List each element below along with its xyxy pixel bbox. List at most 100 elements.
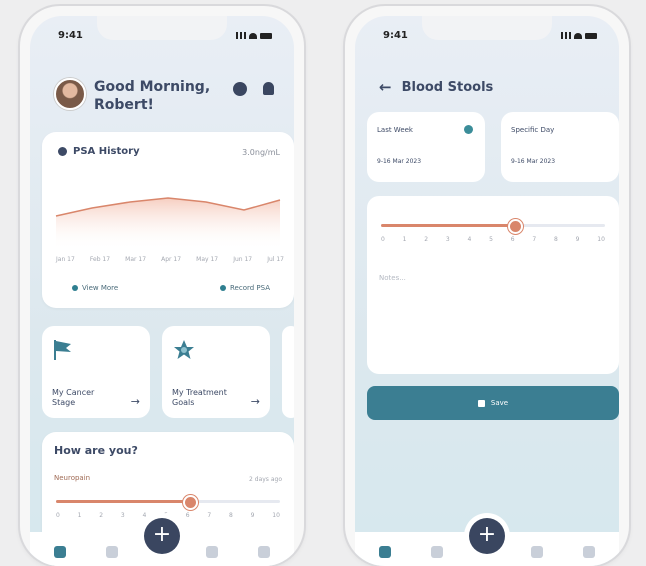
slider-fill [381, 224, 516, 227]
record-icon [220, 285, 226, 291]
slider-fill [56, 500, 191, 503]
psa-x-labels: Jan 17 Feb 17 Mar 17 Apr 17 May 17 Jun 1… [56, 256, 284, 263]
tile-treatment-goals[interactable]: My Treatment Goals → [162, 326, 270, 418]
phone-blood-stools: 9:41 ← Blood Stools Last Week 9-16 Mar 2… [345, 6, 629, 566]
phone-home: 9:41 Good Morning, Robert! PSA History 3… [20, 6, 304, 566]
slider-ticks: 0 1 2 3 4 5 6 7 8 9 10 [56, 512, 280, 519]
tick: 5 [489, 236, 493, 243]
back-arrow-icon[interactable]: ← [379, 78, 392, 96]
tick: 10 [597, 236, 605, 243]
tick: 8 [229, 512, 233, 519]
tick: 8 [554, 236, 558, 243]
home-tab-icon[interactable] [379, 546, 391, 558]
record-psa-link[interactable]: Record PSA [220, 284, 270, 292]
psa-unit: 3.0ng/mL [242, 148, 280, 157]
symptom-label: Neuropain [54, 474, 91, 482]
arrow-right-icon: → [250, 395, 260, 408]
psa-icon [58, 147, 67, 156]
specific-day-option[interactable]: Specific Day 9-16 Mar 2023 [501, 112, 619, 182]
last-week-option[interactable]: Last Week 9-16 Mar 2023 [367, 112, 485, 182]
battery-icon [585, 32, 597, 39]
menu-tab-icon[interactable] [258, 546, 270, 558]
tick: 9 [250, 512, 255, 519]
x-label: Apr 17 [161, 256, 182, 263]
wifi-icon [574, 32, 582, 39]
home-tab-icon[interactable] [54, 546, 66, 558]
tile-peek[interactable] [282, 326, 294, 418]
view-more-icon [72, 285, 78, 291]
page-title: Blood Stools [401, 79, 494, 95]
tick: 0 [56, 512, 60, 519]
blood-stools-screen: 9:41 ← Blood Stools Last Week 9-16 Mar 2… [355, 16, 619, 566]
calendar-tab-icon[interactable] [431, 546, 443, 558]
x-label: Jul 17 [267, 256, 284, 263]
option-range: 9-16 Mar 2023 [377, 158, 422, 165]
slider-ticks: 0 1 2 3 4 5 6 7 8 9 10 [381, 236, 605, 243]
profile-menu-icon[interactable] [233, 82, 247, 96]
x-label: Jun 17 [233, 256, 253, 263]
x-label: Jan 17 [56, 256, 75, 263]
slider-knob[interactable] [183, 495, 199, 510]
avatar[interactable] [54, 78, 86, 110]
signal-icon [561, 32, 571, 39]
status-bar: 9:41 [58, 30, 272, 44]
tick: 1 [77, 512, 82, 519]
profile-tab-icon[interactable] [531, 546, 543, 558]
x-label: Mar 17 [125, 256, 147, 263]
tick: 7 [207, 512, 212, 519]
tile-label: My Treatment Goals [172, 388, 227, 407]
slider-knob[interactable] [508, 219, 524, 234]
tick: 1 [402, 236, 407, 243]
greeting-text: Good Morning, Robert! [94, 79, 211, 113]
how-question: How are you? [54, 444, 138, 457]
tick: 4 [467, 236, 472, 243]
battery-icon [260, 32, 272, 39]
tick: 3 [445, 236, 450, 243]
header: ← Blood Stools [379, 78, 493, 96]
save-button[interactable]: Save [367, 386, 619, 420]
status-bar: 9:41 [383, 30, 597, 44]
add-button[interactable]: + [469, 518, 505, 554]
view-more-link[interactable]: View More [72, 284, 118, 292]
tick: 6 [185, 512, 190, 519]
pain-slider[interactable]: 0 1 2 3 4 5 6 7 8 9 10 [56, 494, 280, 519]
tick: 7 [532, 236, 537, 243]
severity-slider[interactable]: 0 1 2 3 4 5 6 7 8 9 10 [381, 218, 605, 243]
tile-label: My Cancer Stage [52, 388, 95, 407]
tick: 9 [575, 236, 580, 243]
menu-tab-icon[interactable] [583, 546, 595, 558]
save-icon [477, 399, 485, 407]
signal-icon [236, 32, 246, 39]
option-title: Specific Day [511, 126, 555, 134]
x-label: Feb 17 [89, 256, 111, 263]
calendar-tab-icon[interactable] [106, 546, 118, 558]
greeting: Good Morning, Robert! [54, 78, 214, 114]
tick: 2 [99, 512, 104, 519]
tick: 6 [510, 236, 515, 243]
psa-title: PSA History [73, 146, 140, 157]
status-time: 9:41 [383, 30, 408, 41]
save-label: Save [490, 399, 509, 407]
profile-tab-icon[interactable] [206, 546, 218, 558]
tick: 3 [120, 512, 125, 519]
selected-radio-icon [464, 125, 473, 134]
tick: 4 [142, 512, 147, 519]
add-button[interactable]: + [144, 518, 180, 554]
psa-history-card[interactable]: PSA History 3.0ng/mL Jan 17 Feb 17 Mar 1… [42, 132, 294, 308]
psa-chart [55, 197, 281, 250]
wifi-icon [249, 32, 257, 39]
home-screen: 9:41 Good Morning, Robert! PSA History 3… [30, 16, 294, 566]
star-icon [174, 340, 194, 359]
option-title: Last Week [377, 126, 413, 134]
flag-icon [54, 340, 71, 360]
tick: 2 [424, 236, 429, 243]
tile-cancer-stage[interactable]: My Cancer Stage → [42, 326, 150, 418]
tick: 10 [272, 512, 280, 519]
option-range: 9-16 Mar 2023 [511, 158, 556, 165]
bell-icon[interactable] [263, 82, 274, 95]
entry-card: 0 1 2 3 4 5 6 7 8 9 10 Notes... [367, 196, 619, 374]
status-time: 9:41 [58, 30, 83, 41]
tick: 0 [381, 236, 385, 243]
notes-input[interactable]: Notes... [379, 274, 406, 282]
arrow-right-icon: → [130, 395, 140, 408]
